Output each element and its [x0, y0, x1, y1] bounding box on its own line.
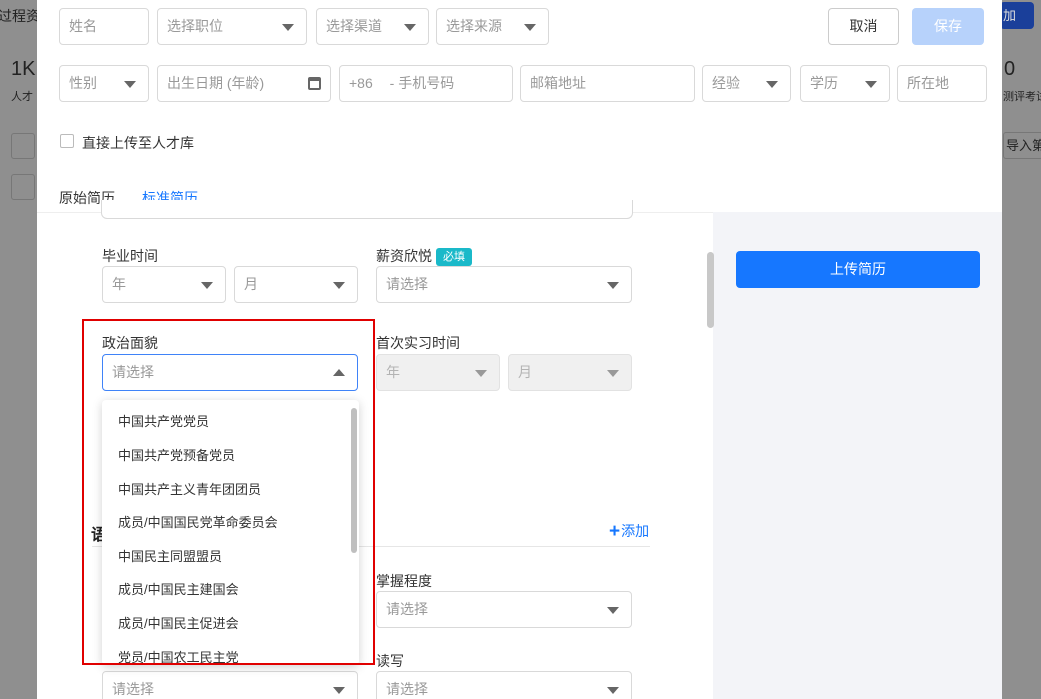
phone-input[interactable]: +86 - 手机号码	[339, 65, 513, 102]
upload-to-pool-checkbox[interactable]	[60, 134, 74, 148]
bg-stat-label: 人才	[11, 91, 33, 103]
email-input[interactable]: 邮箱地址	[520, 65, 695, 102]
political-option[interactable]: 成员/中国国民党革命委员会	[102, 506, 342, 540]
mastery-placeholder: 请选择	[386, 601, 428, 617]
read-write-select[interactable]: 请选择	[376, 671, 632, 699]
position-placeholder: 选择职位	[167, 18, 223, 34]
phone-prefix: +86	[349, 75, 373, 91]
political-select[interactable]: 请选择	[102, 354, 358, 391]
chevron-down-icon	[766, 81, 778, 88]
cancel-button[interactable]: 取消	[828, 8, 899, 45]
save-button[interactable]: 保存	[912, 8, 984, 45]
dropdown-scrollbar[interactable]	[351, 408, 357, 553]
add-candidate-modal: 姓名 选择职位 选择渠道 选择来源 取消 保存 性别 出生日期 (年龄) +86…	[37, 0, 1002, 699]
political-option[interactable]: 中国共产党党员	[102, 405, 342, 439]
chevron-down-icon	[333, 687, 345, 694]
graduation-year-placeholder: 年	[112, 276, 126, 292]
upload-to-pool-label: 直接上传至人才库	[82, 135, 194, 151]
political-option[interactable]: 中国共产党预备党员	[102, 439, 342, 473]
phone-placeholder: - 手机号码	[389, 75, 455, 91]
previous-field-edge	[101, 200, 633, 219]
name-placeholder: 姓名	[69, 18, 97, 34]
political-option[interactable]: 成员/中国民主建国会	[102, 573, 342, 607]
bg-stat-right-label: 测评考试	[1003, 91, 1041, 103]
bottom-left-placeholder: 请选择	[112, 681, 154, 697]
chevron-down-icon	[475, 370, 487, 377]
education-select[interactable]: 学历	[800, 65, 890, 102]
internship-label: 首次实习时间	[376, 335, 460, 351]
bg-breadcrumb-text: 过程资	[0, 8, 40, 24]
chevron-down-icon	[333, 282, 345, 289]
add-language-link[interactable]: +添加	[609, 521, 649, 543]
political-option[interactable]: 成员/中国民主促进会	[102, 607, 342, 641]
political-option[interactable]: 中国民主同盟盟员	[102, 540, 342, 574]
chevron-down-icon	[124, 81, 136, 88]
plus-icon: +	[609, 521, 621, 542]
email-placeholder: 邮箱地址	[530, 75, 586, 91]
experience-placeholder: 经验	[712, 75, 740, 91]
chevron-down-icon	[607, 370, 619, 377]
salary-select[interactable]: 请选择	[376, 266, 632, 303]
upload-resume-button[interactable]: 上传简历	[736, 251, 980, 288]
form-scrollbar[interactable]	[707, 252, 714, 328]
salary-label: 薪资欣悦 必填	[376, 246, 472, 266]
mastery-label: 掌握程度	[376, 573, 432, 589]
chevron-down-icon	[524, 24, 536, 31]
internship-year-placeholder: 年	[386, 364, 400, 380]
location-input[interactable]: 所在地	[897, 65, 987, 102]
required-badge: 必填	[436, 248, 472, 266]
chevron-down-icon	[865, 81, 877, 88]
channel-select[interactable]: 选择渠道	[316, 8, 429, 45]
gender-select[interactable]: 性别	[59, 65, 149, 102]
mastery-select[interactable]: 请选择	[376, 591, 632, 628]
read-write-label: 读写	[376, 653, 404, 669]
chevron-down-icon	[607, 687, 619, 694]
political-option[interactable]: 党员/中国农工民主党	[102, 641, 342, 665]
read-write-placeholder: 请选择	[386, 681, 428, 697]
bg-add-button: 加	[1000, 2, 1034, 29]
bg-import-button: 导入第	[1003, 132, 1041, 159]
bg-stat-value: 1K	[11, 58, 36, 80]
calendar-icon	[308, 77, 321, 90]
chevron-down-icon	[282, 24, 294, 31]
birth-date-picker[interactable]: 出生日期 (年龄)	[157, 65, 331, 102]
language-level-select[interactable]: 请选择	[102, 671, 358, 699]
chevron-up-icon	[333, 369, 345, 376]
graduation-year-select[interactable]: 年	[102, 266, 226, 303]
source-select[interactable]: 选择来源	[436, 8, 549, 45]
gender-placeholder: 性别	[69, 75, 97, 91]
internship-month-select[interactable]: 月	[508, 354, 632, 391]
internship-year-select[interactable]: 年	[376, 354, 500, 391]
experience-select[interactable]: 经验	[702, 65, 791, 102]
salary-placeholder: 请选择	[386, 276, 428, 292]
bg-checkbox-2	[11, 174, 35, 200]
internship-month-placeholder: 月	[518, 364, 532, 380]
chevron-down-icon	[607, 282, 619, 289]
birth-placeholder: 出生日期 (年龄)	[167, 75, 265, 91]
chevron-down-icon	[404, 24, 416, 31]
salary-label-text: 薪资欣悦	[376, 248, 432, 264]
source-placeholder: 选择来源	[446, 18, 502, 34]
chevron-down-icon	[607, 607, 619, 614]
political-dropdown[interactable]: 中国共产党党员 中国共产党预备党员 中国共产主义青年团团员 成员/中国国民党革命…	[102, 400, 359, 665]
graduation-label: 毕业时间	[102, 248, 158, 264]
bg-stat-right-value: 0	[1004, 58, 1016, 80]
add-label: 添加	[621, 523, 650, 539]
name-input[interactable]: 姓名	[59, 8, 149, 45]
political-label: 政治面貌	[102, 335, 158, 351]
channel-placeholder: 选择渠道	[326, 18, 382, 34]
position-select[interactable]: 选择职位	[157, 8, 307, 45]
graduation-month-select[interactable]: 月	[234, 266, 358, 303]
bg-checkbox	[11, 133, 35, 159]
chevron-down-icon	[201, 282, 213, 289]
political-placeholder: 请选择	[112, 364, 154, 380]
location-placeholder: 所在地	[907, 75, 949, 91]
political-option[interactable]: 中国共产主义青年团团员	[102, 473, 342, 507]
education-placeholder: 学历	[810, 75, 838, 91]
graduation-month-placeholder: 月	[244, 276, 258, 292]
